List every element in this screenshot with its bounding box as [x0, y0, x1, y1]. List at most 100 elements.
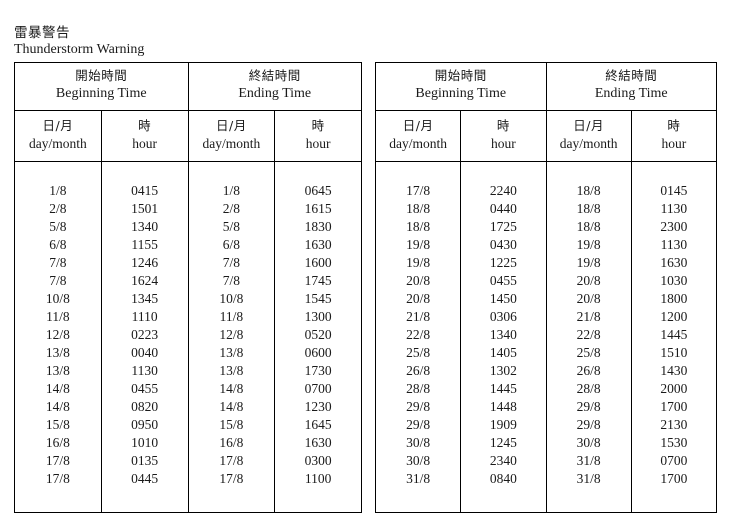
- table-cell-value: 18/8: [406, 219, 431, 234]
- table-cell-value: 13/8: [45, 363, 70, 378]
- table-cell-value: 20/8: [406, 273, 431, 288]
- table-cell-value: 1010: [131, 435, 159, 450]
- table-cell-value: 1030: [660, 273, 688, 288]
- table-cell-value: 11/8: [219, 309, 244, 324]
- warning-table-left-container: 開始時間 Beginning Time 終結時間 Ending Time 日/月…: [14, 62, 362, 513]
- table-cell-value: 19/8: [576, 255, 601, 270]
- column-end-date: 1/8 2/8 5/8 6/8 7/8 7/8 10/8 11/8 12/8 13/8 13/8 14…: [187, 161, 276, 513]
- table-cell-value: 25/8: [406, 345, 431, 360]
- table-cell-value: 13/8: [219, 363, 244, 378]
- table-cell-value: 0455: [131, 381, 159, 396]
- table-cell-value: 1130: [660, 237, 688, 252]
- table-cell-value: 1630: [304, 435, 332, 450]
- table-cell-value: 6/8: [49, 237, 67, 252]
- table-cell-value: 1445: [489, 381, 517, 396]
- warning-table-right: 開始時間 Beginning Time 終結時間 Ending Time 日/月…: [374, 62, 718, 513]
- table-cell-value: 2300: [660, 219, 688, 234]
- table-cell-value: 17/8: [406, 183, 431, 198]
- header-ending-time-english: Ending Time: [238, 86, 312, 102]
- table-cell-value: 21/8: [576, 309, 601, 324]
- header-end-hour: 時 hour: [630, 110, 718, 162]
- table-cell-value: 6/8: [222, 237, 240, 252]
- table-cell-value: 30/8: [406, 453, 431, 468]
- table-cell-value: 1/8: [222, 183, 240, 198]
- table-cell-value: 0600: [304, 345, 332, 360]
- table-head: 開始時間 Beginning Time 終結時間 Ending Time 日/月…: [14, 62, 362, 162]
- table-cell-value: 2130: [660, 417, 688, 432]
- column-end-hour: 0645 1615 1830 1630 1600 1745 1545 1300 0520 0600…: [274, 161, 362, 513]
- table-cell-value: 19/8: [406, 255, 431, 270]
- table-cell-value: 26/8: [576, 363, 601, 378]
- table-cell-value: 1302: [489, 363, 517, 378]
- header-begin-hour: 時 hour: [100, 110, 189, 162]
- table-cell-value: 1130: [660, 201, 688, 216]
- table-cell-value: 0950: [131, 417, 159, 432]
- page-root: 雷暴警告 Thunderstorm Warning 開始時間 Beginning…: [0, 0, 741, 515]
- table-cell-value: 16/8: [219, 435, 244, 450]
- table-cell-value: 17/8: [45, 471, 70, 486]
- table-cell-value: 19/8: [406, 237, 431, 252]
- table-cell-value: 0440: [489, 201, 517, 216]
- table-cell-value: 2/8: [49, 201, 67, 216]
- table-cell-value: 20/8: [406, 291, 431, 306]
- table-cell-value: 14/8: [45, 381, 70, 396]
- table-cell-value: 2000: [660, 381, 688, 396]
- header-beginning-time-chinese: 開始時間: [434, 68, 487, 84]
- header-beginning-time: 開始時間 Beginning Time: [375, 62, 547, 111]
- header-beginning-time-chinese: 開始時間: [75, 68, 128, 84]
- table-cell-value: 12/8: [219, 327, 244, 342]
- sub-header-row: 日/月 day/month 時 hour 日/月 day/month 時 hou…: [14, 110, 362, 162]
- table-cell-value: 14/8: [219, 399, 244, 414]
- header-begin-hour-english: hour: [132, 135, 157, 151]
- table-cell-value: 1624: [131, 273, 159, 288]
- table-cell-value: 1230: [304, 399, 332, 414]
- table-cell-value: 1830: [304, 219, 332, 234]
- group-header-row: 開始時間 Beginning Time 終結時間 Ending Time: [375, 62, 717, 111]
- table-cell-value: 19/8: [576, 237, 601, 252]
- table-cell-value: 1110: [131, 309, 158, 324]
- value-list-begin-hour: 2240 0440 1725 0430 1225 0455 1450 0306 1340 1405…: [461, 182, 545, 488]
- table-cell-value: 20/8: [576, 273, 601, 288]
- table-cell-value: 1130: [131, 363, 158, 378]
- table-cell-value: 1745: [304, 273, 332, 288]
- table-cell-value: 1630: [304, 237, 332, 252]
- page-title-chinese: 雷暴警告: [14, 25, 70, 41]
- header-end-daymonth: 日/月 day/month: [545, 110, 632, 162]
- table-cell-value: 31/8: [406, 471, 431, 486]
- table-cell-value: 0820: [131, 399, 159, 414]
- table-cell-value: 15/8: [219, 417, 244, 432]
- column-begin-date: 1/8 2/8 5/8 6/8 7/8 7/8 10/8 11/8 12/8 13/8 13/8 14…: [14, 161, 102, 513]
- table-cell-value: 0415: [131, 183, 159, 198]
- table-cell-value: 0455: [489, 273, 517, 288]
- table-cell-value: 12/8: [45, 327, 70, 342]
- table-cell-value: 1450: [489, 291, 517, 306]
- header-ending-time-english: Ending Time: [594, 86, 668, 102]
- table-cell-value: 1725: [489, 219, 517, 234]
- header-begin-daymonth: 日/月 day/month: [374, 110, 462, 162]
- header-end-daymonth-english: day/month: [202, 135, 261, 151]
- sub-header-row: 日/月 day/month 時 hour 日/月 day/month 時 hou…: [374, 110, 718, 162]
- header-beginning-time: 開始時間 Beginning Time: [14, 62, 189, 111]
- table-cell-value: 26/8: [406, 363, 431, 378]
- column-end-hour: 0145 1130 2300 1130 1630 1030 1800 1200 1445 1510…: [630, 161, 718, 513]
- header-begin-daymonth-english: day/month: [389, 135, 447, 151]
- table-cell-value: 1405: [489, 345, 517, 360]
- table-cell-value: 0306: [489, 309, 517, 324]
- document-title: 雷暴警告 Thunderstorm Warning: [14, 25, 144, 58]
- table-cell-value: 31/8: [576, 471, 601, 486]
- table-cell-value: 18/8: [576, 201, 601, 216]
- table-cell-value: 5/8: [222, 219, 240, 234]
- table-cell-value: 13/8: [45, 345, 70, 360]
- table-cell-value: 17/8: [45, 453, 70, 468]
- table-cell-value: 10/8: [45, 291, 70, 306]
- table-cell-value: 14/8: [219, 381, 244, 396]
- table-cell-value: 28/8: [406, 381, 431, 396]
- table-cell-value: 29/8: [406, 417, 431, 432]
- table-cell-value: 15/8: [45, 417, 70, 432]
- table-cell-value: 0300: [304, 453, 332, 468]
- header-ending-time: 終結時間 Ending Time: [545, 62, 717, 111]
- table-cell-value: 18/8: [576, 219, 601, 234]
- table-cell-value: 22/8: [406, 327, 431, 342]
- table-cell-value: 0145: [660, 183, 688, 198]
- table-cell-value: 0645: [304, 183, 332, 198]
